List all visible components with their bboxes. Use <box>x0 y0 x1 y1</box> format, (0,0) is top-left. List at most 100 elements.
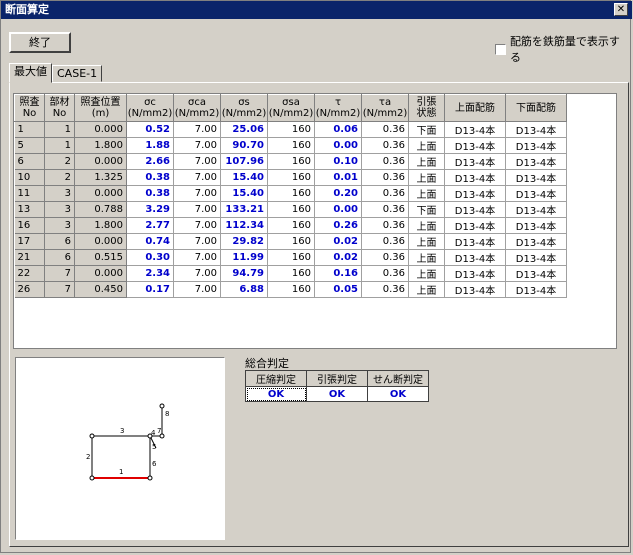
table-cell[interactable]: 7.00 <box>173 185 221 202</box>
table-cell[interactable]: 0.36 <box>361 137 409 154</box>
table-cell[interactable]: 2.34 <box>126 265 174 282</box>
table-cell[interactable]: D13-4本 <box>505 281 567 298</box>
table-cell[interactable]: 160 <box>267 233 315 250</box>
table-cell[interactable]: 7.00 <box>173 265 221 282</box>
table-cell[interactable]: D13-4本 <box>444 185 506 202</box>
table-cell[interactable]: 3 <box>44 201 75 218</box>
table-row[interactable]: 17 6 0.000 0.74 7.00 29.82 160 0.02 0.36 上面 D13-4本… <box>14 233 567 250</box>
table-cell[interactable]: 0.16 <box>314 265 362 282</box>
table-cell[interactable]: 7.00 <box>173 137 221 154</box>
table-cell[interactable]: 107.96 <box>220 153 268 170</box>
table-row[interactable]: 11 3 0.000 0.38 7.00 15.40 160 0.20 0.36 上面 D13-4本… <box>14 185 567 202</box>
table-cell[interactable]: 6 <box>44 233 75 250</box>
tab-max[interactable]: 最大値 <box>9 63 52 83</box>
table-cell[interactable]: 上面 <box>408 265 445 282</box>
table-cell[interactable]: 0.05 <box>314 281 362 298</box>
table-cell[interactable]: 25.06 <box>220 121 268 138</box>
table-cell[interactable]: D13-4本 <box>444 121 506 138</box>
table-cell[interactable]: 下面 <box>408 201 445 218</box>
table-cell[interactable]: 0.000 <box>74 185 127 202</box>
table-cell[interactable]: 2.77 <box>126 217 174 234</box>
table-cell[interactable]: D13-4本 <box>505 265 567 282</box>
table-row[interactable]: 21 6 0.515 0.30 7.00 11.99 160 0.02 0.36 上面 D13-4本… <box>14 249 567 266</box>
table-cell[interactable]: D13-4本 <box>505 153 567 170</box>
table-cell[interactable]: 0.20 <box>314 185 362 202</box>
table-cell[interactable]: 0.36 <box>361 265 409 282</box>
table-cell[interactable]: 6 <box>44 249 75 266</box>
table-cell[interactable]: 上面 <box>408 249 445 266</box>
table-row[interactable]: 26 7 0.450 0.17 7.00 6.88 160 0.05 0.36 上面 D13-4本 D… <box>14 281 567 298</box>
table-cell[interactable]: D13-4本 <box>505 201 567 218</box>
table-cell[interactable]: 22 <box>14 265 45 282</box>
table-row[interactable]: 5 1 1.800 1.88 7.00 90.70 160 0.00 0.36 上面 D13-4本 D… <box>14 137 567 154</box>
table-cell[interactable]: D13-4本 <box>444 137 506 154</box>
table-cell[interactable]: 6 <box>14 153 45 170</box>
table-cell[interactable]: 7 <box>44 265 75 282</box>
table-cell[interactable]: 7.00 <box>173 201 221 218</box>
table-cell[interactable]: D13-4本 <box>505 121 567 138</box>
table-cell[interactable]: 下面 <box>408 121 445 138</box>
table-cell[interactable]: 5 <box>14 137 45 154</box>
table-row[interactable]: 10 2 1.325 0.38 7.00 15.40 160 0.01 0.36 上面 D13-4本… <box>14 169 567 186</box>
table-cell[interactable]: 7.00 <box>173 281 221 298</box>
table-cell[interactable]: 0.36 <box>361 249 409 266</box>
table-cell[interactable]: 0.74 <box>126 233 174 250</box>
table-cell[interactable]: 0.02 <box>314 233 362 250</box>
table-cell[interactable]: 90.70 <box>220 137 268 154</box>
table-cell[interactable]: 17 <box>14 233 45 250</box>
table-cell[interactable]: 0.450 <box>74 281 127 298</box>
table-cell[interactable]: 上面 <box>408 233 445 250</box>
table-cell[interactable]: D13-4本 <box>444 265 506 282</box>
table-cell[interactable]: 160 <box>267 249 315 266</box>
table-row[interactable]: 6 2 0.000 2.66 7.00 107.96 160 0.10 0.36 上面 D13-4本… <box>14 153 567 170</box>
table-cell[interactable]: 0.000 <box>74 233 127 250</box>
table-cell[interactable]: 160 <box>267 201 315 218</box>
table-cell[interactable]: D13-4本 <box>505 217 567 234</box>
table-cell[interactable]: 0.02 <box>314 249 362 266</box>
table-row[interactable]: 13 3 0.788 3.29 7.00 133.21 160 0.00 0.36 下面 D13-4… <box>14 201 567 218</box>
table-cell[interactable]: 0.00 <box>314 137 362 154</box>
table-cell[interactable]: 上面 <box>408 153 445 170</box>
table-cell[interactable]: 2 <box>44 169 75 186</box>
table-cell[interactable]: 7.00 <box>173 153 221 170</box>
table-cell[interactable]: 3 <box>44 185 75 202</box>
table-cell[interactable]: 1.800 <box>74 217 127 234</box>
table-cell[interactable]: 上面 <box>408 281 445 298</box>
table-cell[interactable]: 0.36 <box>361 217 409 234</box>
table-cell[interactable]: 7 <box>44 281 75 298</box>
table-cell[interactable]: 1.800 <box>74 137 127 154</box>
table-cell[interactable]: 160 <box>267 137 315 154</box>
table-cell[interactable]: 160 <box>267 217 315 234</box>
table-cell[interactable]: 160 <box>267 169 315 186</box>
table-cell[interactable]: 7.00 <box>173 121 221 138</box>
table-cell[interactable]: 0.36 <box>361 153 409 170</box>
table-cell[interactable]: 0.36 <box>361 121 409 138</box>
table-cell[interactable]: 7.00 <box>173 249 221 266</box>
table-cell[interactable]: 0.36 <box>361 281 409 298</box>
table-cell[interactable]: 160 <box>267 153 315 170</box>
table-cell[interactable]: D13-4本 <box>444 249 506 266</box>
table-cell[interactable]: 上面 <box>408 169 445 186</box>
table-cell[interactable]: D13-4本 <box>444 169 506 186</box>
table-cell[interactable]: 1.325 <box>74 169 127 186</box>
table-cell[interactable]: 1 <box>14 121 45 138</box>
table-cell[interactable]: 29.82 <box>220 233 268 250</box>
table-cell[interactable]: 上面 <box>408 217 445 234</box>
table-cell[interactable]: D13-4本 <box>505 233 567 250</box>
table-cell[interactable]: 0.38 <box>126 169 174 186</box>
table-cell[interactable]: 0.38 <box>126 185 174 202</box>
judgement-value[interactable]: OK <box>367 386 429 402</box>
close-button[interactable]: 終了 <box>9 32 71 53</box>
table-cell[interactable]: 0.515 <box>74 249 127 266</box>
table-cell[interactable]: 11 <box>14 185 45 202</box>
table-cell[interactable]: 0.36 <box>361 201 409 218</box>
table-cell[interactable]: D13-4本 <box>444 201 506 218</box>
table-cell[interactable]: 10 <box>14 169 45 186</box>
table-cell[interactable]: 16 <box>14 217 45 234</box>
table-cell[interactable]: 0.788 <box>74 201 127 218</box>
table-cell[interactable]: D13-4本 <box>444 233 506 250</box>
table-cell[interactable]: 7.00 <box>173 233 221 250</box>
table-cell[interactable]: D13-4本 <box>505 185 567 202</box>
judgement-value[interactable]: OK <box>306 386 368 402</box>
table-cell[interactable]: 6.88 <box>220 281 268 298</box>
